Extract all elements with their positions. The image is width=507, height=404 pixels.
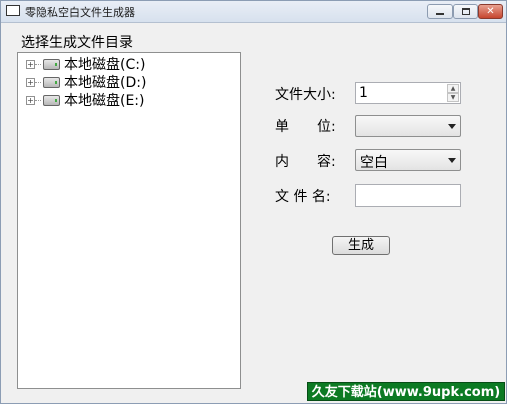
minimize-button[interactable]: [427, 4, 453, 19]
tree-item-label: 本地磁盘(C:): [64, 57, 146, 73]
minimize-icon: [436, 13, 444, 15]
filename-input[interactable]: [355, 184, 461, 207]
window-icon: [6, 5, 20, 16]
tree-line: [35, 63, 41, 65]
tree-item-c[interactable]: + 本地磁盘(C:): [26, 55, 145, 73]
tree-line: [35, 99, 41, 101]
close-icon: ✕: [486, 6, 495, 17]
tree-line: [35, 81, 41, 83]
filename-label: 文 件 名:: [275, 189, 331, 205]
drive-icon: [43, 58, 60, 70]
file-size-stepper[interactable]: 1 ▲ ▼: [355, 82, 461, 104]
maximize-icon: [461, 8, 470, 15]
window-title: 零隐私空白文件生成器: [25, 6, 135, 19]
tree-item-label: 本地磁盘(D:): [64, 75, 147, 91]
expand-icon[interactable]: +: [26, 77, 35, 87]
expand-icon[interactable]: +: [26, 59, 35, 69]
expand-icon[interactable]: +: [26, 95, 35, 105]
content-value: 空白: [360, 155, 388, 171]
content-label: 内 容:: [275, 154, 336, 170]
directory-tree[interactable]: + 本地磁盘(C:) + 本地磁盘(D:) + 本地磁盘(E:): [17, 52, 241, 389]
site-watermark: 久友下载站(www.9upk.com): [307, 382, 505, 401]
stepper-down-button[interactable]: ▼: [447, 93, 459, 102]
chevron-down-icon: [448, 158, 456, 163]
generate-button[interactable]: 生成: [332, 236, 390, 255]
title-bar[interactable]: 零隐私空白文件生成器 ✕: [1, 1, 506, 23]
file-size-label: 文件大小:: [275, 87, 336, 103]
tree-item-e[interactable]: + 本地磁盘(E:): [26, 91, 145, 109]
stepper-up-button[interactable]: ▲: [447, 84, 459, 93]
directory-group-label: 选择生成文件目录: [21, 35, 133, 51]
tree-item-label: 本地磁盘(E:): [64, 93, 145, 109]
unit-select[interactable]: [355, 115, 461, 137]
unit-label: 单 位:: [275, 119, 336, 135]
maximize-button[interactable]: [453, 4, 478, 19]
drive-icon: [43, 94, 60, 106]
file-size-value: 1: [359, 85, 368, 101]
tree-item-d[interactable]: + 本地磁盘(D:): [26, 73, 146, 91]
close-button[interactable]: ✕: [478, 4, 503, 19]
drive-icon: [43, 76, 60, 88]
content-select[interactable]: 空白: [355, 149, 461, 171]
chevron-down-icon: [448, 124, 456, 129]
app-window: 零隐私空白文件生成器 ✕ 选择生成文件目录 + 本地磁盘(C:) + 本地磁盘(…: [0, 0, 507, 404]
stepper-buttons: ▲ ▼: [447, 84, 459, 102]
